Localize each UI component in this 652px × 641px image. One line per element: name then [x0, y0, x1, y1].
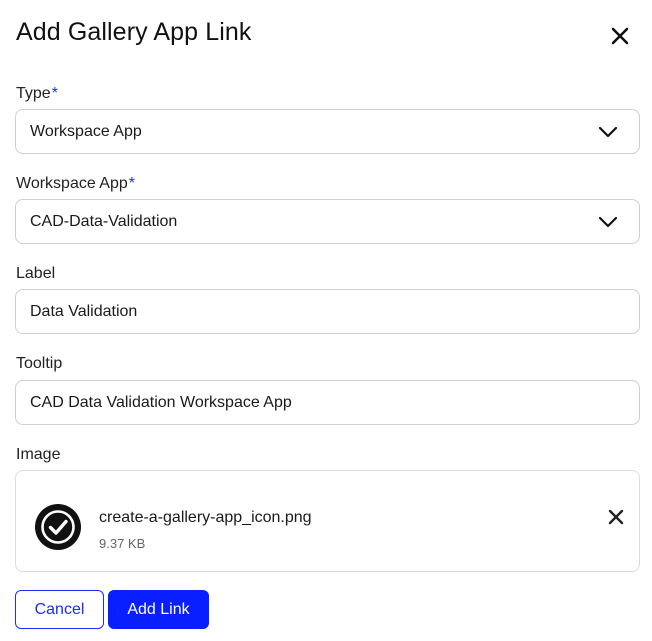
label-field-label: Label — [16, 265, 56, 282]
tooltip-input[interactable]: CAD Data Validation Workspace App — [15, 380, 640, 425]
image-field-label: Image — [16, 446, 61, 463]
tooltip-input-value: CAD Data Validation Workspace App — [30, 393, 292, 411]
required-marker: * — [128, 175, 135, 192]
tooltip-field-label: Tooltip — [16, 355, 63, 372]
chevron-down-icon — [597, 121, 619, 143]
add-gallery-app-link-dialog: Add Gallery App Link Type* Workspace App… — [0, 0, 652, 641]
image-upload-card: create-a-gallery-app_icon.png 9.37 KB — [15, 470, 640, 572]
type-select-value: Workspace App — [30, 122, 142, 140]
type-label: Type* — [16, 85, 58, 103]
workspace-app-label: Workspace App* — [16, 175, 135, 193]
workspace-app-label-text: Workspace App — [16, 175, 128, 192]
close-button[interactable] — [606, 22, 634, 50]
label-input[interactable]: Data Validation — [15, 289, 640, 334]
label-input-value: Data Validation — [30, 302, 138, 320]
required-marker: * — [51, 85, 58, 102]
type-label-text: Type — [16, 85, 51, 102]
image-file-size: 9.37 KB — [99, 536, 146, 551]
image-file-name: create-a-gallery-app_icon.png — [99, 509, 312, 526]
close-icon — [608, 509, 624, 525]
cancel-button[interactable]: Cancel — [15, 590, 104, 629]
remove-image-button[interactable] — [605, 506, 627, 528]
close-icon — [611, 27, 629, 45]
dialog-title: Add Gallery App Link — [16, 18, 252, 46]
chevron-down-icon — [597, 211, 619, 233]
check-circle-icon — [35, 504, 81, 550]
add-link-button[interactable]: Add Link — [108, 590, 209, 629]
type-select[interactable]: Workspace App — [15, 109, 640, 154]
workspace-app-select-value: CAD-Data-Validation — [30, 212, 178, 230]
workspace-app-select[interactable]: CAD-Data-Validation — [15, 199, 640, 244]
